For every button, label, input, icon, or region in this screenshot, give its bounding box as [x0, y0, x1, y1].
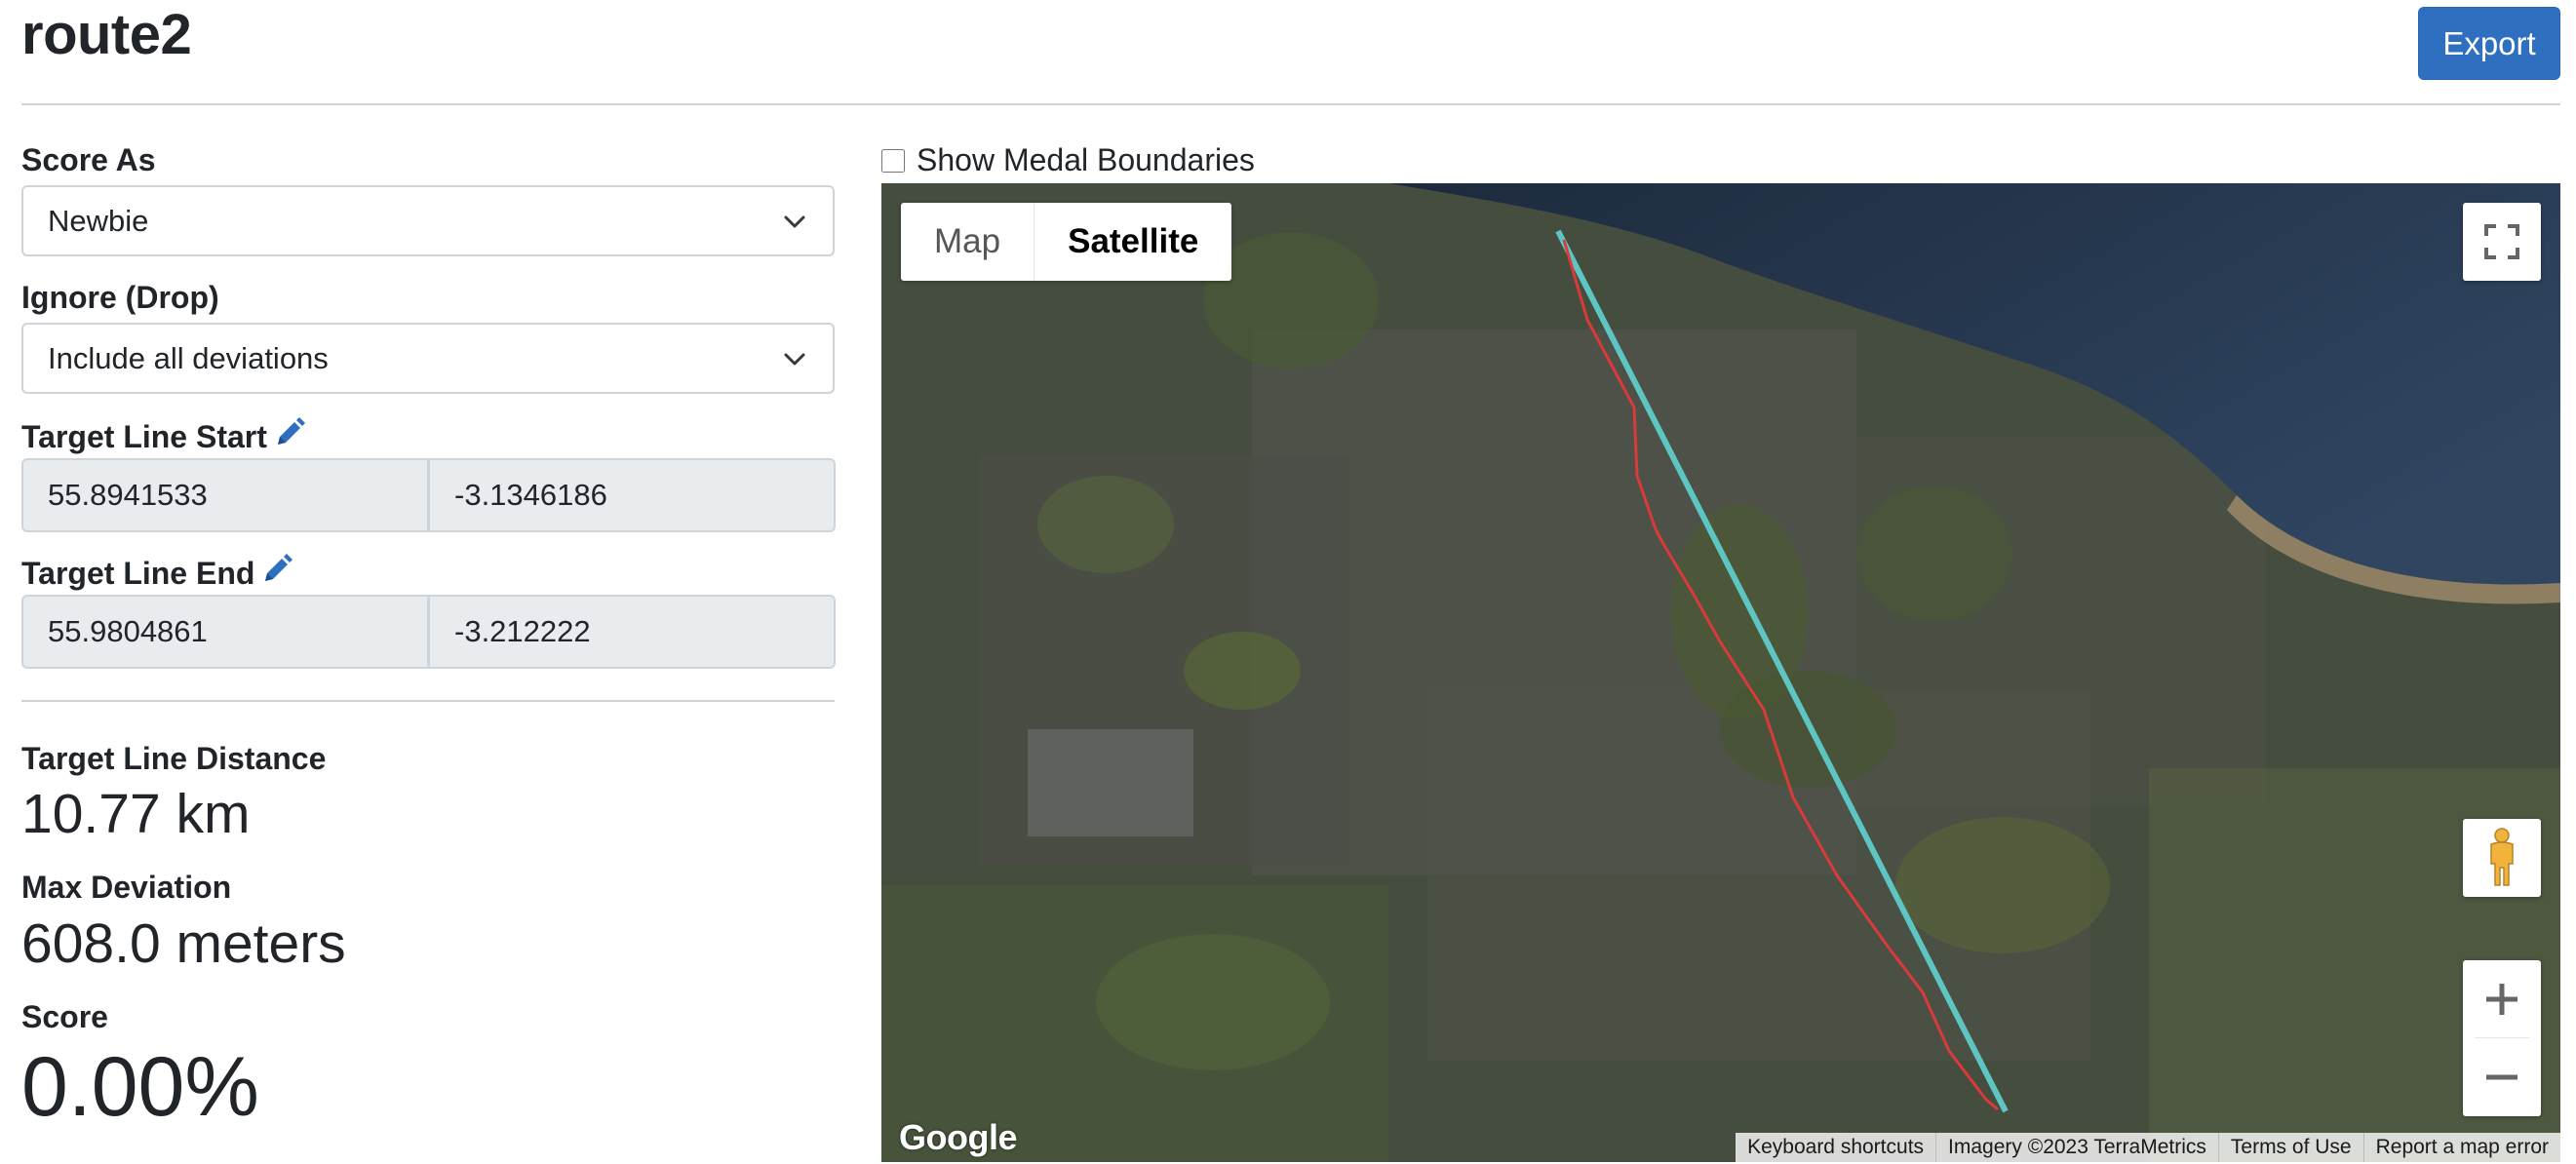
medal-boundaries-label: Show Medal Boundaries — [917, 142, 1255, 177]
terms-of-use-link[interactable]: Terms of Use — [2217, 1133, 2363, 1162]
map-type-control: Map Satellite — [901, 203, 1232, 281]
export-button[interactable]: Export — [2418, 7, 2560, 80]
target-end-label-text: Target Line End — [21, 556, 255, 591]
zoom-control — [2463, 960, 2541, 1116]
zoom-in-button[interactable] — [2463, 960, 2541, 1037]
score-as-value: Newbie — [48, 204, 149, 238]
target-start-label-text: Target Line Start — [21, 419, 267, 454]
score-value: 0.00% — [21, 1040, 259, 1134]
zoom-out-icon — [2486, 1074, 2517, 1079]
map-attribution: Keyboard shortcuts Imagery ©2023 TerraMe… — [1736, 1133, 2560, 1162]
target-end-label: Target Line End — [21, 553, 293, 592]
page-title: route2 — [21, 3, 192, 66]
target-end-lat-field: 55.9804861 — [21, 595, 429, 669]
target-start-lat-field: 55.8941533 — [21, 458, 429, 532]
keyboard-shortcuts-link[interactable]: Keyboard shortcuts — [1736, 1133, 1935, 1162]
ignore-label: Ignore (Drop) — [21, 280, 219, 315]
deviation-label: Max Deviation — [21, 870, 232, 905]
map-type-satellite-button[interactable]: Satellite — [1034, 203, 1231, 281]
fullscreen-button[interactable] — [2463, 203, 2541, 281]
zoom-out-button[interactable] — [2463, 1038, 2541, 1115]
distance-value: 10.77 km — [21, 783, 251, 845]
chevron-down-icon — [784, 353, 805, 366]
pegman-icon — [2490, 828, 2514, 886]
street-view-button[interactable] — [2463, 819, 2541, 897]
distance-label: Target Line Distance — [21, 741, 327, 776]
target-end-lng-field: -3.212222 — [428, 595, 836, 669]
target-start-label: Target Line Start — [21, 416, 306, 455]
stats-divider — [21, 700, 835, 702]
pencil-icon[interactable] — [260, 553, 293, 586]
ignore-select[interactable]: Include all deviations — [21, 323, 835, 394]
medal-boundaries-checkbox[interactable] — [881, 148, 905, 173]
fullscreen-icon — [2484, 224, 2519, 259]
score-as-label: Score As — [21, 142, 156, 177]
chevron-down-icon — [784, 215, 805, 228]
report-map-error-link[interactable]: Report a map error — [2362, 1133, 2560, 1162]
target-start-lng-field: -3.1346186 — [428, 458, 836, 532]
zoom-in-icon — [2486, 983, 2517, 1015]
imagery-credit: Imagery ©2023 TerraMetrics — [1935, 1133, 2218, 1162]
medal-boundaries-toggle[interactable]: Show Medal Boundaries — [881, 142, 1255, 178]
score-as-select[interactable]: Newbie — [21, 185, 835, 256]
map-type-map-button[interactable]: Map — [901, 203, 1035, 281]
header-divider — [21, 103, 2560, 105]
satellite-imagery — [881, 183, 2560, 1162]
deviation-value: 608.0 meters — [21, 912, 346, 975]
map-view[interactable]: Map Satellite Google Keyboard shortcuts … — [881, 183, 2560, 1162]
score-label: Score — [21, 999, 108, 1034]
ignore-value: Include all deviations — [48, 341, 329, 375]
pencil-icon[interactable] — [273, 416, 306, 449]
google-logo: Google — [899, 1117, 1018, 1157]
